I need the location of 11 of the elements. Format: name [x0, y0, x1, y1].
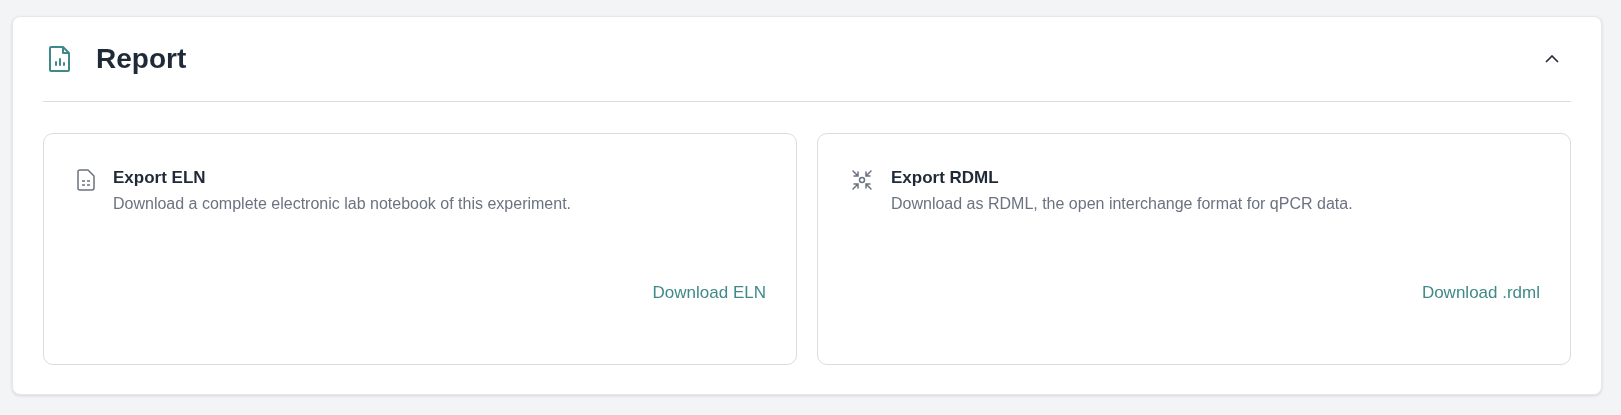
- download-link[interactable]: Download ELN: [652, 283, 766, 303]
- card-title: Export ELN: [113, 168, 207, 188]
- panel-title: Report: [96, 43, 188, 75]
- download-link[interactable]: Download .rdml: [1421, 283, 1540, 303]
- card-title: Export RDML: [891, 168, 1000, 188]
- card-description: Download a complete electronic lab notebook of this experiment.: [113, 195, 572, 213]
- report-file-icon: [48, 45, 72, 73]
- arrows-icon: [851, 169, 873, 191]
- chevron-icon: [1545, 55, 1559, 63]
- document-icon: [77, 169, 95, 191]
- card-description: Download as RDML, the open interchange format for qPCR data.: [891, 195, 1353, 213]
